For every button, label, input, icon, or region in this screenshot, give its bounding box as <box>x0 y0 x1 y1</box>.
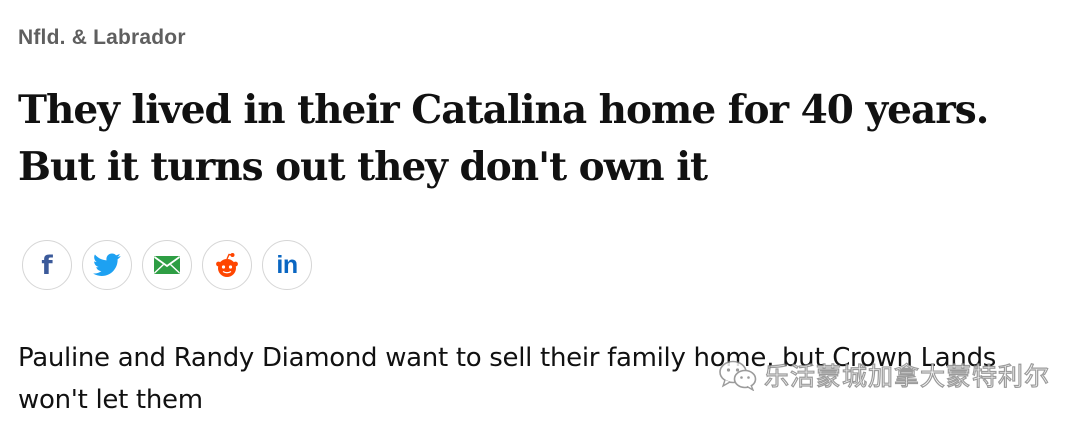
linkedin-icon: in <box>276 250 298 279</box>
watermark-text: 乐活蒙城加拿大蒙特利尔 <box>763 361 1050 391</box>
share-linkedin-button[interactable]: in <box>262 240 312 290</box>
email-icon <box>153 256 181 274</box>
section-link[interactable]: Nfld. & Labrador <box>18 26 186 50</box>
watermark: 乐活蒙城加拿大蒙特利尔 <box>718 357 1050 393</box>
share-reddit-button[interactable] <box>202 240 252 290</box>
facebook-icon: f <box>41 251 53 281</box>
share-twitter-button[interactable] <box>82 240 132 290</box>
reddit-icon <box>216 253 238 277</box>
share-bar: f in <box>22 240 312 290</box>
twitter-icon <box>93 253 121 276</box>
share-email-button[interactable] <box>142 240 192 290</box>
share-facebook-button[interactable]: f <box>22 240 72 290</box>
article-headline: They lived in their Catalina home for 40… <box>18 87 989 190</box>
wechat-icon <box>719 360 757 391</box>
